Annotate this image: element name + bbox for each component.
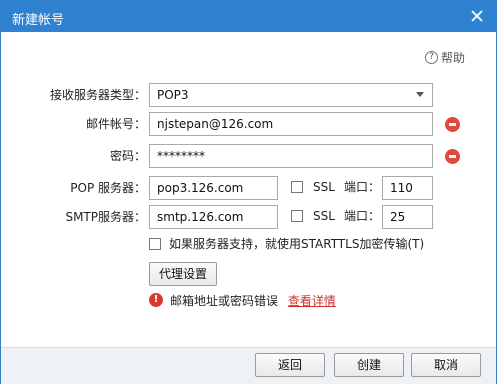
help-label: 帮助 [441,50,466,65]
new-account-dialog: 新建帐号 ? 帮助 接收服务器类型： POP3 邮件帐号： njstepan@1… [0,0,497,384]
smtp-server-label: SMTP服务器： [65,210,146,224]
proxy-settings-button[interactable]: 代理设置 [149,262,217,286]
password-error-icon[interactable] [445,149,460,164]
close-icon[interactable] [468,7,486,25]
smtp-port-value: 25 [390,210,406,224]
view-details-link[interactable]: 查看详情 [288,294,336,308]
email-value: njstepan@126.com [157,117,274,131]
email-field[interactable]: njstepan@126.com [149,112,433,136]
title-bar: 新建帐号 [1,1,496,32]
password-value: ******** [157,149,205,163]
password-field[interactable]: ******** [149,144,433,168]
starttls-label[interactable]: 如果服务器支持，就使用STARTTLS加密传输(T) [169,234,424,254]
smtp-server-value: smtp.126.com [157,210,244,224]
dialog-footer: 返回 创建 取消 [1,347,496,384]
smtp-port-label: 端口： [344,209,381,223]
server-type-value: POP3 [157,88,189,102]
smtp-ssl-checkbox[interactable] [291,210,303,222]
pop-port-field[interactable]: 110 [382,176,433,200]
server-type-label: 接收服务器类型： [49,88,146,102]
email-label: 邮件帐号： [85,117,146,131]
pop-server-label: POP 服务器： [70,181,146,195]
smtp-port-field[interactable]: 25 [382,205,433,229]
help-icon: ? [425,50,438,64]
smtp-ssl-label: SSL [313,209,335,223]
password-label: 密码： [109,149,146,163]
cancel-button[interactable]: 取消 [411,353,481,377]
pop-server-value: pop3.126.com [157,181,244,195]
help-link[interactable]: ? 帮助 [425,49,465,65]
starttls-checkbox[interactable] [149,238,161,250]
email-error-icon[interactable] [445,117,460,132]
pop-ssl-label: SSL [313,180,335,194]
back-button[interactable]: 返回 [255,353,325,377]
create-button[interactable]: 创建 [334,353,404,377]
dialog-title: 新建帐号 [12,13,65,28]
pop-port-value: 110 [390,181,413,195]
pop-server-field[interactable]: pop3.126.com [149,176,278,200]
pop-ssl-checkbox[interactable] [291,181,303,193]
smtp-server-field[interactable]: smtp.126.com [149,205,278,229]
error-text: 邮箱地址或密码错误 [170,294,279,308]
chevron-down-icon [416,92,424,97]
error-icon: ! [149,293,163,307]
server-type-select[interactable]: POP3 [149,83,433,107]
pop-port-label: 端口： [344,180,381,194]
error-message: 邮箱地址或密码错误 查看详情 [170,291,336,311]
